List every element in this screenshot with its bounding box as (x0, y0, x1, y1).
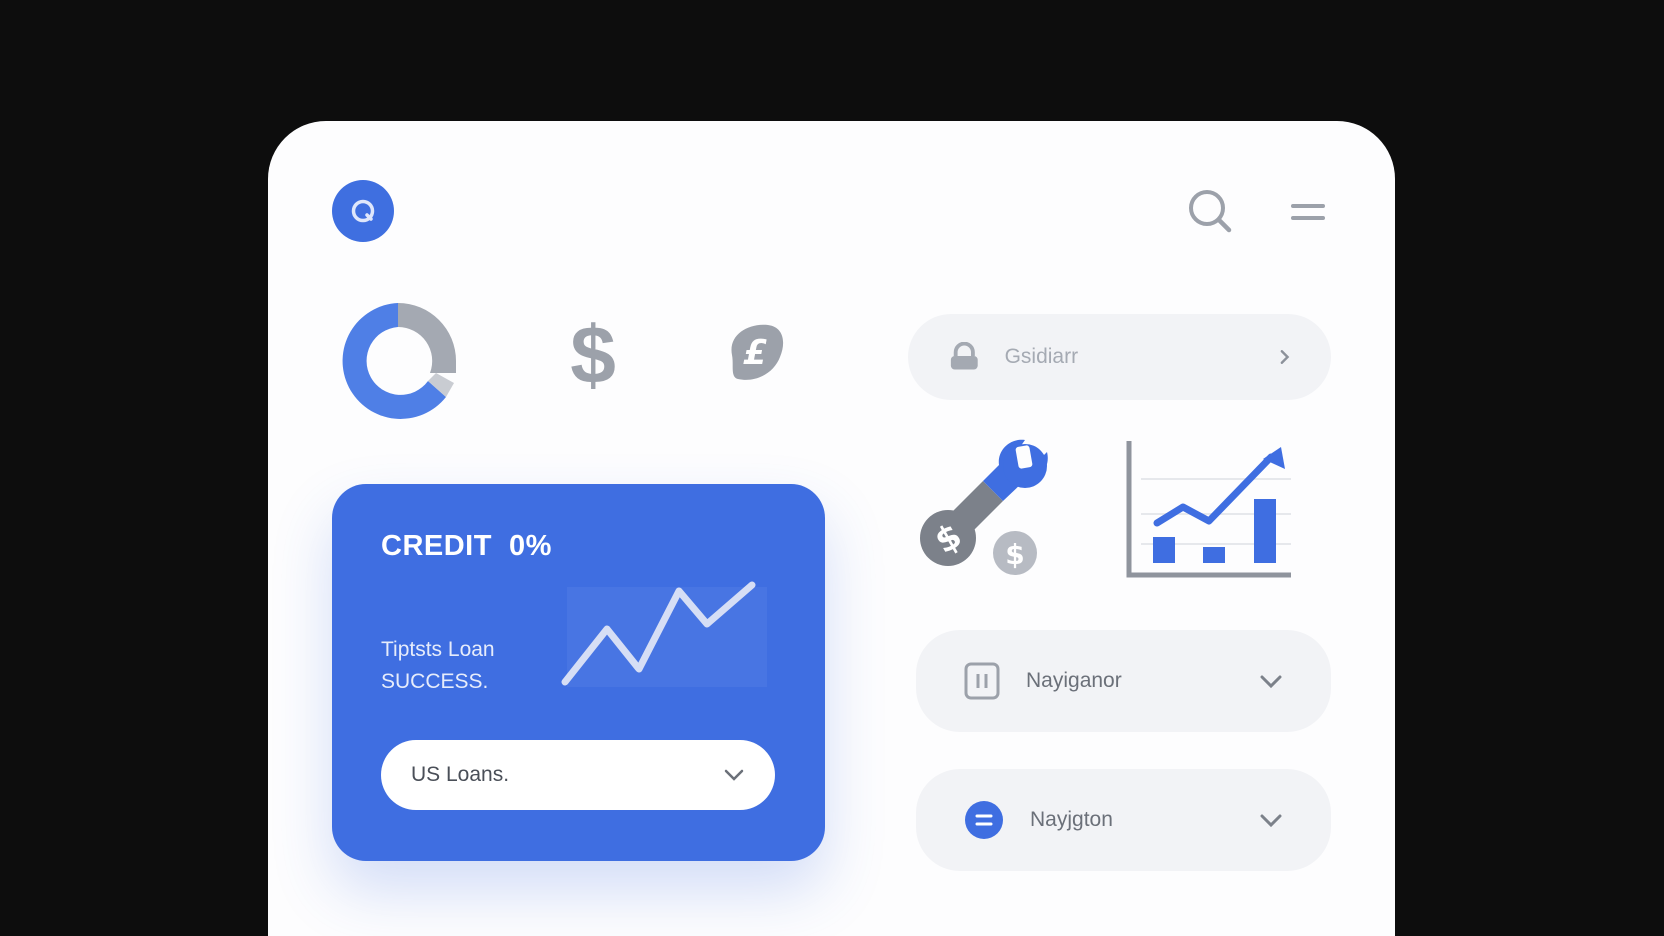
growth-bar-chart-icon (1121, 439, 1296, 584)
chevron-down-icon (724, 769, 744, 781)
header-search-button[interactable] (1186, 187, 1234, 235)
credit-card: CREDIT 0% Tiptsts Loan SUCCESS. US Loans… (332, 484, 825, 861)
logo-button[interactable] (332, 180, 394, 242)
lock-icon (950, 342, 978, 370)
nav-item-nayjgton[interactable]: Nayjgton (916, 769, 1331, 871)
equals-circle-icon (965, 801, 1003, 839)
credit-subtitle-line1: Tiptsts Loan (381, 638, 495, 661)
hamburger-menu-icon (1291, 204, 1325, 220)
credit-subtitle-line2: SUCCESS. (381, 670, 489, 693)
menu-button[interactable] (1290, 197, 1326, 227)
svg-text:£: £ (743, 333, 767, 373)
search-icon (1189, 190, 1232, 233)
search-input[interactable] (1002, 344, 1278, 370)
nav-item-nayiganor[interactable]: Nayiganor (916, 630, 1331, 732)
credit-title: CREDIT 0% (381, 530, 552, 562)
chevron-down-icon (1260, 675, 1282, 689)
loan-type-select[interactable]: US Loans. (381, 740, 775, 810)
chevron-right-icon[interactable] (1278, 347, 1291, 367)
pound-badge-icon: £ (720, 317, 790, 387)
app-panel: $ £ CREDIT 0% Tiptsts Loan SUCCESS. US L… (268, 121, 1395, 936)
donut-chart-icon (328, 291, 468, 431)
wrench-dollar-icon: $ $ (913, 436, 1053, 576)
svg-text:$: $ (1005, 538, 1024, 571)
search-field[interactable] (908, 314, 1331, 400)
dollar-icon: $ (570, 310, 616, 401)
nav-item-label: Nayiganor (1026, 669, 1122, 692)
search-circle-icon (351, 199, 375, 223)
chevron-down-icon (1260, 814, 1282, 828)
loan-select-label: US Loans. (411, 763, 510, 786)
nav-item-label: Nayjgton (1030, 808, 1113, 831)
trend-line-icon (561, 581, 767, 687)
pause-square-icon (964, 662, 1000, 700)
